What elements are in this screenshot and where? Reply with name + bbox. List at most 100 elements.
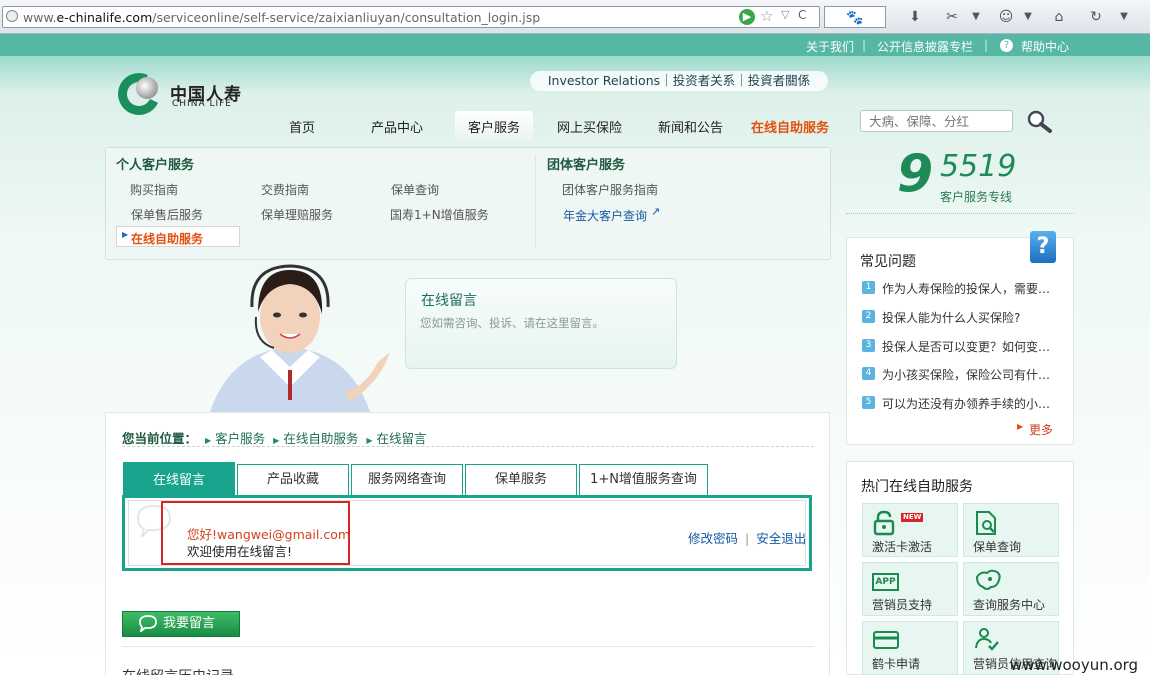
hot-services-title: 热门在线自助服务 [861, 479, 973, 495]
tab-product-favorites[interactable]: 产品收藏 [237, 464, 349, 496]
help-icon: ? [1000, 39, 1013, 52]
submenu-after-sales[interactable]: 保单售后服务 [131, 206, 203, 223]
help-link[interactable]: 帮助中心 [1021, 38, 1069, 55]
lock-icon [873, 510, 895, 536]
submenu-claims[interactable]: 保单理赔服务 [261, 206, 333, 223]
faq-number-4: 4 [862, 367, 875, 380]
faq-number-3: 3 [862, 339, 875, 352]
logout-link[interactable]: 安全退出 [756, 531, 806, 546]
account-links: 修改密码 | 安全退出 [688, 528, 806, 547]
china-map-icon [975, 569, 1001, 590]
screenshot-icon[interactable]: ✂ [940, 6, 964, 28]
search-input[interactable] [860, 110, 1013, 132]
new-badge: NEW [901, 513, 924, 522]
personal-service-title: 个人客户服务 [116, 158, 195, 173]
service-label: 鹤卡申请 [872, 657, 921, 671]
faq-item[interactable]: 投保人能为什么人买保险? [882, 309, 1020, 326]
url-prefix: www. [23, 10, 57, 25]
tab-service-network[interactable]: 服务网络查询 [351, 464, 463, 496]
tab-policy-service[interactable]: 保单服务 [465, 464, 577, 496]
watermark: www.wooyun.org [1010, 656, 1139, 674]
chevron-down-icon[interactable]: ▼ [970, 6, 982, 28]
submenu-payment-guide[interactable]: 交费指南 [261, 181, 309, 198]
breadcrumb-arrow-icon: ▶ [205, 436, 212, 445]
about-link[interactable]: 关于我们 [806, 38, 854, 55]
go-icon[interactable]: ▶ [739, 9, 755, 25]
url-dropdown-icon[interactable]: ▽ [781, 8, 789, 21]
separator: | [862, 38, 867, 52]
nav-news[interactable]: 新闻和公告 [658, 117, 723, 136]
person-check-icon [975, 628, 999, 651]
breadcrumb: 您当前位置： ▶ 客户服务 ▶ 在线自助服务 ▶ 在线留言 [122, 428, 426, 447]
globe-icon [6, 10, 18, 22]
submenu-group-guide[interactable]: 团体客户服务指南 [562, 181, 658, 198]
faq-item[interactable]: 可以为还没有办领养手续的小… [882, 395, 1050, 412]
caret-right-icon: ▶ [122, 230, 129, 239]
submenu-online-self-service[interactable]: 在线自助服务 [131, 230, 203, 247]
top-strip [0, 34, 1150, 56]
address-bar[interactable]: www.e-chinalife.com/serviceonline/self-s… [2, 6, 820, 28]
nav-customer-service[interactable]: 客户服务 [468, 117, 520, 136]
download-icon[interactable]: ⬇ [905, 6, 925, 28]
breadcrumb-arrow-icon: ▶ [366, 436, 373, 445]
disclosure-link[interactable]: 公开信息披露专栏 [877, 38, 973, 55]
logo-en[interactable]: CHINA LIFE [172, 99, 232, 109]
faq-more-link[interactable]: 更多 [1029, 421, 1053, 438]
service-label: 保单查询 [973, 540, 1022, 554]
search-icon[interactable] [1025, 108, 1053, 136]
change-password-link[interactable]: 修改密码 [688, 531, 738, 546]
external-link-icon: ↗ [651, 205, 661, 218]
breadcrumb-customer-service[interactable]: 客户服务 [215, 431, 265, 446]
faq-item[interactable]: 为小孩买保险，保险公司有什… [882, 366, 1050, 383]
app-icon: APP [872, 573, 899, 591]
faq-item[interactable]: 作为人寿保险的投保人，需要… [882, 280, 1050, 297]
divider [846, 213, 1074, 214]
nav-buy-insurance[interactable]: 网上买保险 [557, 117, 622, 136]
hotline-label: 客户服务专线 [940, 190, 1013, 204]
url-host: e-chinalife.com [56, 10, 153, 25]
banner-title: 在线留言 [421, 293, 477, 309]
investor-relations-link[interactable]: Investor Relations｜投资者关系｜投資者關係 [530, 71, 828, 91]
home-icon[interactable]: ⌂ [1048, 6, 1070, 28]
faq-number-2: 2 [862, 310, 875, 323]
search-engine-box[interactable]: 🐾 [824, 6, 886, 28]
submenu-annuity-query[interactable]: 年金大客户查询 [563, 207, 647, 224]
chevron-down-icon[interactable]: ▼ [1118, 6, 1130, 28]
baidu-paw-icon: 🐾 [846, 10, 864, 26]
banner-subtitle: 您如需咨询、投诉、请在这里留言。 [420, 316, 604, 330]
url-path: /serviceonline/self-service/zaixianliuya… [152, 10, 541, 25]
nav-products[interactable]: 产品中心 [371, 117, 423, 136]
breadcrumb-self-service[interactable]: 在线自助服务 [283, 431, 358, 446]
faq-number-5: 5 [862, 396, 875, 409]
submenu-value-added[interactable]: 国寿1+N增值服务 [390, 206, 489, 223]
group-service-title: 团体客户服务 [547, 158, 626, 173]
faq-item[interactable]: 投保人是否可以变更？如何变… [882, 338, 1050, 355]
document-search-icon [976, 511, 996, 535]
hotline-first-digit: 9 [897, 144, 934, 204]
welcome-text: 欢迎使用在线留言! [187, 544, 293, 559]
addon-icon[interactable]: ☺ [995, 6, 1017, 28]
service-label: 营销员支持 [872, 598, 933, 612]
breadcrumb-divider [122, 446, 814, 447]
submenu-purchase-guide[interactable]: 购买指南 [130, 181, 178, 198]
menu-divider [535, 155, 536, 248]
reload-icon[interactable]: C [798, 8, 806, 22]
hotline-number: 5519 [940, 149, 1017, 184]
url-text: www.e-chinalife.com/serviceonline/self-s… [23, 10, 540, 25]
logo-sphere [136, 77, 158, 99]
question-mark-icon: ? [1030, 231, 1056, 263]
tab-online-message[interactable]: 在线留言 [123, 462, 235, 497]
chevron-down-icon[interactable]: ▼ [1022, 6, 1034, 28]
sync-icon[interactable]: ↻ [1085, 6, 1107, 28]
breadcrumb-current: 在线留言 [376, 431, 427, 446]
nav-self-service[interactable]: 在线自助服务 [751, 117, 829, 136]
service-agent-illustration [210, 264, 390, 412]
service-label: 查询服务中心 [973, 598, 1046, 612]
submenu-policy-query[interactable]: 保单查询 [391, 181, 439, 198]
bookmark-star-icon[interactable]: ☆ [760, 7, 773, 25]
faq-title: 常见问题 [860, 254, 916, 270]
divider [122, 646, 814, 647]
breadcrumb-arrow-icon: ▶ [273, 436, 280, 445]
tab-value-added-query[interactable]: 1+N增值服务查询 [579, 464, 708, 496]
nav-home[interactable]: 首页 [289, 117, 315, 136]
